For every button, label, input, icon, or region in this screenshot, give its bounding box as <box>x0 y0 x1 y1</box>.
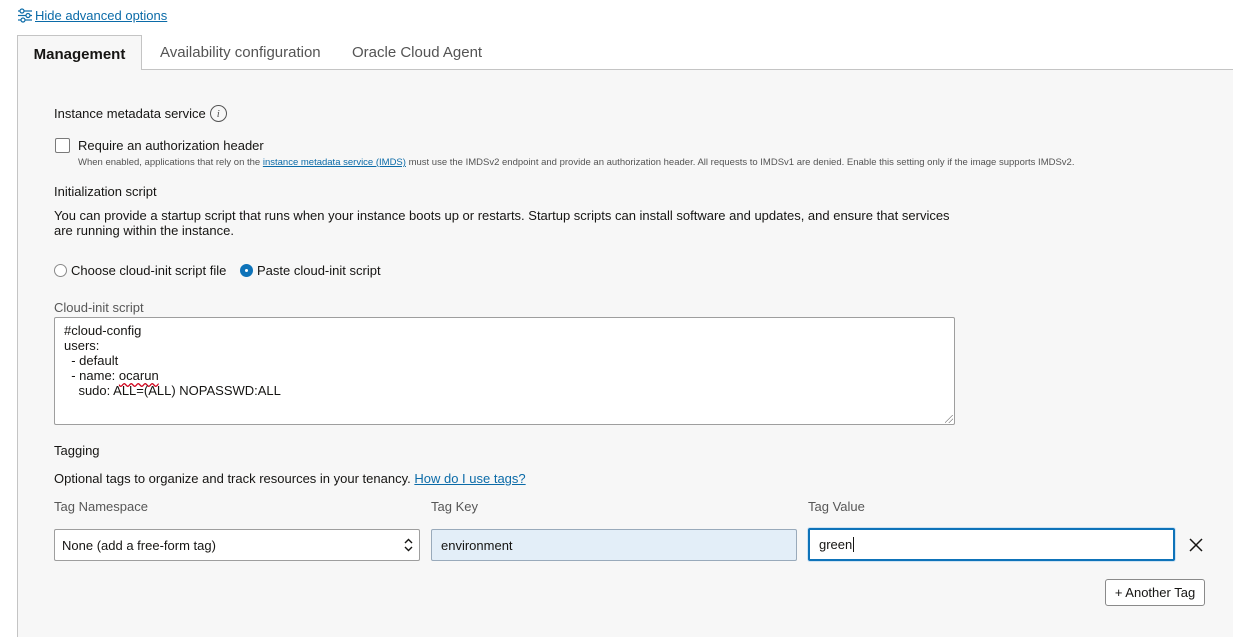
tagging-description: Optional tags to organize and track reso… <box>54 471 411 486</box>
script-line-1: #cloud-config <box>64 323 142 338</box>
resize-grip-icon[interactable] <box>945 415 953 423</box>
tagging-description-row: Optional tags to organize and track reso… <box>54 471 526 486</box>
cloud-init-script-label: Cloud-init script <box>54 300 144 315</box>
add-another-tag-button[interactable]: + Another Tag <box>1105 579 1205 606</box>
radio-choose-script-file-button[interactable] <box>54 264 67 277</box>
metadata-section-title: Instance metadata service i <box>54 105 227 122</box>
tab-bar: Management Availability configuration Or… <box>17 35 1233 71</box>
radio-paste-script[interactable]: Paste cloud-init script <box>240 263 381 278</box>
radio-paste-script-button[interactable] <box>240 264 253 277</box>
require-auth-header-checkbox[interactable] <box>55 138 70 153</box>
tag-value-header: Tag Value <box>808 499 865 514</box>
tag-key-header: Tag Key <box>431 499 478 514</box>
close-icon <box>1188 538 1204 557</box>
script-line-4: - name: ocarun <box>64 368 945 383</box>
script-line-5: sudo: ALL=(ALL) NOPASSWD:ALL <box>64 383 281 398</box>
tag-namespace-select[interactable]: None (add a free-form tag) <box>54 529 420 561</box>
text-caret <box>853 537 855 552</box>
metadata-help-after: must use the IMDSv2 endpoint and provide… <box>405 157 1075 168</box>
hide-advanced-options-link[interactable]: Hide advanced options <box>17 8 167 23</box>
script-username: ocarun <box>118 368 159 383</box>
init-script-description-line2: are running within the instance. <box>54 223 234 238</box>
tab-availability-configuration[interactable]: Availability configuration <box>160 35 321 70</box>
tag-key-input[interactable]: environment <box>431 529 797 561</box>
chevron-updown-icon <box>404 537 413 556</box>
init-script-description: You can provide a startup script that ru… <box>54 208 950 238</box>
cloud-init-script-textarea[interactable]: #cloud-config users: - default - name: o… <box>54 317 955 425</box>
require-auth-header-label: Require an authorization header <box>78 138 264 153</box>
tag-namespace-value: None (add a free-form tag) <box>62 537 216 553</box>
metadata-help-before: When enabled, applications that rely on … <box>78 157 263 168</box>
tag-key-value: environment <box>441 537 513 553</box>
hide-advanced-options-label: Hide advanced options <box>35 8 168 23</box>
info-icon[interactable]: i <box>209 105 227 122</box>
tab-oracle-cloud-agent[interactable]: Oracle Cloud Agent <box>352 35 482 70</box>
tags-help-link[interactable]: How do I use tags? <box>414 471 525 486</box>
script-line-2: users: <box>64 338 100 353</box>
radio-choose-script-file-label: Choose cloud-init script file <box>71 263 227 278</box>
metadata-help-text: When enabled, applications that rely on … <box>78 157 1074 168</box>
metadata-title-text: Instance metadata service <box>54 106 206 121</box>
init-script-title: Initialization script <box>54 184 157 199</box>
script-line-4-prefix: - name: <box>64 368 119 383</box>
script-line-3: - default <box>64 353 119 368</box>
imds-help-link[interactable]: instance metadata service (IMDS) <box>263 157 406 168</box>
sliders-icon <box>17 8 33 23</box>
tag-value-input[interactable]: green <box>808 528 1175 561</box>
tagging-title: Tagging <box>54 443 100 458</box>
tag-value-text: green <box>819 537 853 552</box>
radio-choose-script-file[interactable]: Choose cloud-init script file <box>54 263 226 278</box>
init-script-description-line1: You can provide a startup script that ru… <box>54 208 950 223</box>
radio-paste-script-label: Paste cloud-init script <box>257 263 381 278</box>
remove-tag-button[interactable] <box>1188 537 1204 553</box>
tag-namespace-header: Tag Namespace <box>54 499 148 514</box>
tab-management[interactable]: Management <box>17 35 142 71</box>
management-panel: Instance metadata service i Require an a… <box>17 70 1233 637</box>
